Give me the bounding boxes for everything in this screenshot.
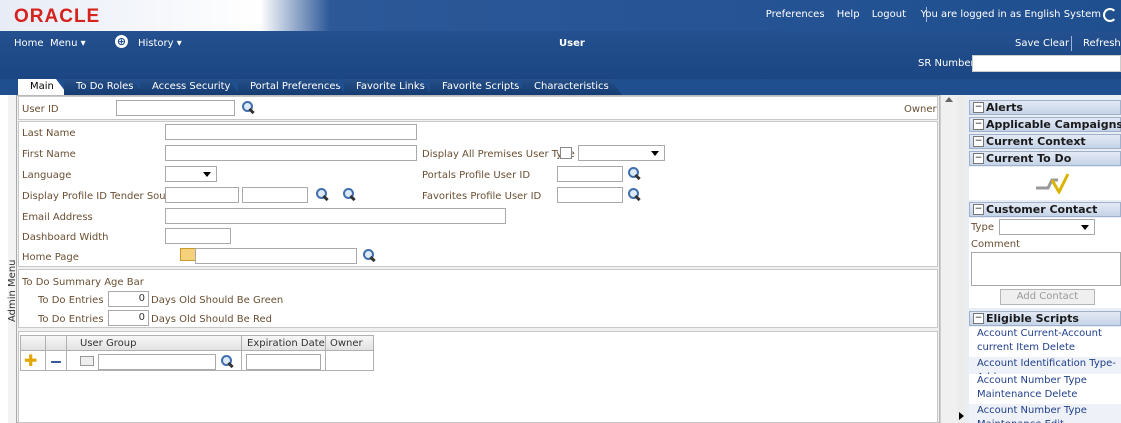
todo-entries-gt-label: To Do Entries > bbox=[38, 314, 116, 325]
user-group-input[interactable] bbox=[98, 354, 216, 370]
owner-label: Owner bbox=[904, 104, 937, 115]
context-zone-header[interactable]: Current Context bbox=[969, 134, 1121, 149]
dashboard-width-input[interactable] bbox=[165, 228, 231, 244]
header-links: Preferences Help Logout bbox=[757, 9, 906, 20]
email-label: Email Address bbox=[22, 212, 93, 223]
logged-in-text: You are logged in as English System bbox=[920, 9, 1101, 20]
display-profile-input[interactable] bbox=[165, 187, 239, 203]
tab-favorite-links[interactable]: Favorite Links bbox=[344, 79, 432, 95]
tab-access-security[interactable]: Access Security bbox=[140, 79, 240, 95]
user-group-search-icon[interactable] bbox=[221, 355, 234, 368]
user-id-input[interactable] bbox=[116, 100, 235, 116]
tab-portal-preferences[interactable]: Portal Preferences bbox=[238, 79, 346, 95]
display-all-premises-label: Display All Premises User Type bbox=[422, 149, 575, 160]
green-days-input[interactable]: 0 bbox=[108, 291, 149, 307]
portals-profile-input[interactable] bbox=[557, 166, 623, 182]
navigation-option-icon[interactable] bbox=[180, 248, 196, 261]
alerts-zone-header[interactable]: Alerts bbox=[969, 100, 1121, 115]
favorites-profile-label: Favorites Profile User ID bbox=[422, 191, 542, 202]
display-all-premises-checkbox[interactable] bbox=[560, 147, 572, 159]
sr-number-label: SR Number bbox=[918, 58, 975, 69]
home-link[interactable]: Home bbox=[14, 38, 44, 49]
loading-icon bbox=[1103, 8, 1117, 22]
collapse-panel-icon[interactable] bbox=[959, 412, 964, 420]
grid-divider bbox=[66, 335, 67, 371]
customer-contact-zone-header[interactable]: Customer Contact bbox=[969, 202, 1121, 217]
current-todo-icon[interactable] bbox=[1034, 172, 1070, 196]
user-group-header: User Group bbox=[80, 338, 137, 349]
add-row-icon[interactable]: ✚ bbox=[24, 353, 37, 369]
red-days-label: Days Old Should Be Red bbox=[151, 314, 272, 325]
tab-favorite-scripts[interactable]: Favorite Scripts bbox=[430, 79, 526, 95]
premises-user-type-select[interactable] bbox=[578, 145, 665, 161]
script-link[interactable]: Account Number Type Maintenance Delete bbox=[969, 374, 1121, 404]
contact-type-select[interactable] bbox=[999, 219, 1095, 235]
expiration-date-input[interactable] bbox=[246, 354, 321, 370]
last-name-label: Last Name bbox=[22, 128, 76, 139]
admin-menu-label[interactable]: Admin Menu bbox=[7, 259, 18, 322]
save-button[interactable]: Save bbox=[1015, 38, 1040, 49]
add-contact-button[interactable]: Add Contact bbox=[1000, 289, 1095, 305]
tender-source-search-icon[interactable] bbox=[343, 188, 356, 201]
main-scrollbar[interactable] bbox=[940, 95, 957, 423]
owner-header: Owner bbox=[330, 338, 363, 349]
nav-divider bbox=[1071, 36, 1072, 51]
user-id-search-icon[interactable] bbox=[242, 101, 255, 114]
language-label: Language bbox=[22, 170, 72, 181]
tab-todo-roles[interactable]: To Do Roles bbox=[64, 79, 144, 95]
remove-row-icon[interactable] bbox=[51, 361, 61, 363]
tab-characteristics[interactable]: Characteristics bbox=[522, 79, 622, 95]
eligible-scripts-zone-header[interactable]: Eligible Scripts bbox=[969, 311, 1121, 326]
user-id-label: User ID bbox=[22, 104, 59, 115]
help-link[interactable]: Help bbox=[837, 9, 860, 20]
portals-profile-search-icon[interactable] bbox=[628, 167, 641, 180]
home-page-label: Home Page bbox=[22, 252, 79, 263]
green-days-label: Days Old Should Be Green bbox=[151, 295, 284, 306]
dashboard-width-label: Dashboard Width bbox=[22, 232, 109, 243]
current-todo-zone-header[interactable]: Current To Do bbox=[969, 151, 1121, 166]
script-link[interactable]: Account Number Type Maintenance Edit bbox=[969, 404, 1121, 423]
logout-link[interactable]: Logout bbox=[872, 9, 906, 20]
script-link[interactable]: Account Current-Account current Item Del… bbox=[969, 327, 1121, 357]
tab-main[interactable]: Main bbox=[18, 79, 68, 95]
sr-number-input[interactable] bbox=[972, 55, 1121, 72]
todo-summary-title: To Do Summary Age Bar bbox=[22, 277, 144, 288]
favorites-profile-input[interactable] bbox=[557, 187, 623, 203]
navigation-option-icon[interactable] bbox=[80, 356, 94, 366]
last-name-input[interactable] bbox=[165, 124, 417, 140]
script-link[interactable]: Account Identification Type-Add bbox=[969, 357, 1121, 383]
oracle-logo: ORACLE bbox=[14, 6, 101, 27]
expiration-date-header: Expiration Date bbox=[247, 338, 325, 349]
preferences-link[interactable]: Preferences bbox=[766, 9, 825, 20]
refresh-button[interactable]: Refresh bbox=[1083, 38, 1121, 49]
right-panel-divider bbox=[957, 95, 966, 423]
display-profile-label: Display Profile ID Tender Source bbox=[22, 191, 182, 202]
first-name-input[interactable] bbox=[165, 145, 417, 161]
email-input[interactable] bbox=[165, 208, 506, 224]
comment-textarea[interactable] bbox=[971, 252, 1121, 286]
todo-entries-lt-label: To Do Entries < bbox=[38, 295, 116, 306]
history-dropdown[interactable]: History ▾ bbox=[138, 38, 182, 49]
favorites-profile-search-icon[interactable] bbox=[628, 188, 641, 201]
display-profile-search-icon[interactable] bbox=[316, 188, 329, 201]
portals-profile-label: Portals Profile User ID bbox=[422, 170, 531, 181]
go-back-icon[interactable]: ⊕ bbox=[115, 35, 128, 48]
first-name-label: First Name bbox=[22, 149, 76, 160]
home-page-search-icon[interactable] bbox=[363, 249, 376, 262]
contact-type-label: Type bbox=[971, 222, 994, 233]
language-select[interactable] bbox=[165, 166, 217, 182]
menu-dropdown[interactable]: Menu ▾ bbox=[50, 38, 86, 49]
tender-source-input[interactable] bbox=[242, 187, 308, 203]
clear-button[interactable]: Clear bbox=[1043, 38, 1069, 49]
grid-divider bbox=[241, 335, 242, 371]
red-days-input[interactable]: 0 bbox=[108, 310, 149, 326]
scroll-up-icon[interactable] bbox=[945, 97, 953, 102]
comment-label: Comment bbox=[971, 239, 1020, 250]
tab-bar: Main To Do Roles Access Security Portal … bbox=[0, 79, 1121, 95]
grid-divider bbox=[45, 335, 46, 371]
campaigns-zone-header[interactable]: Applicable Campaigns bbox=[969, 117, 1121, 132]
grid-divider bbox=[325, 335, 326, 371]
home-page-input[interactable] bbox=[195, 248, 357, 264]
page-title: User bbox=[559, 38, 585, 49]
